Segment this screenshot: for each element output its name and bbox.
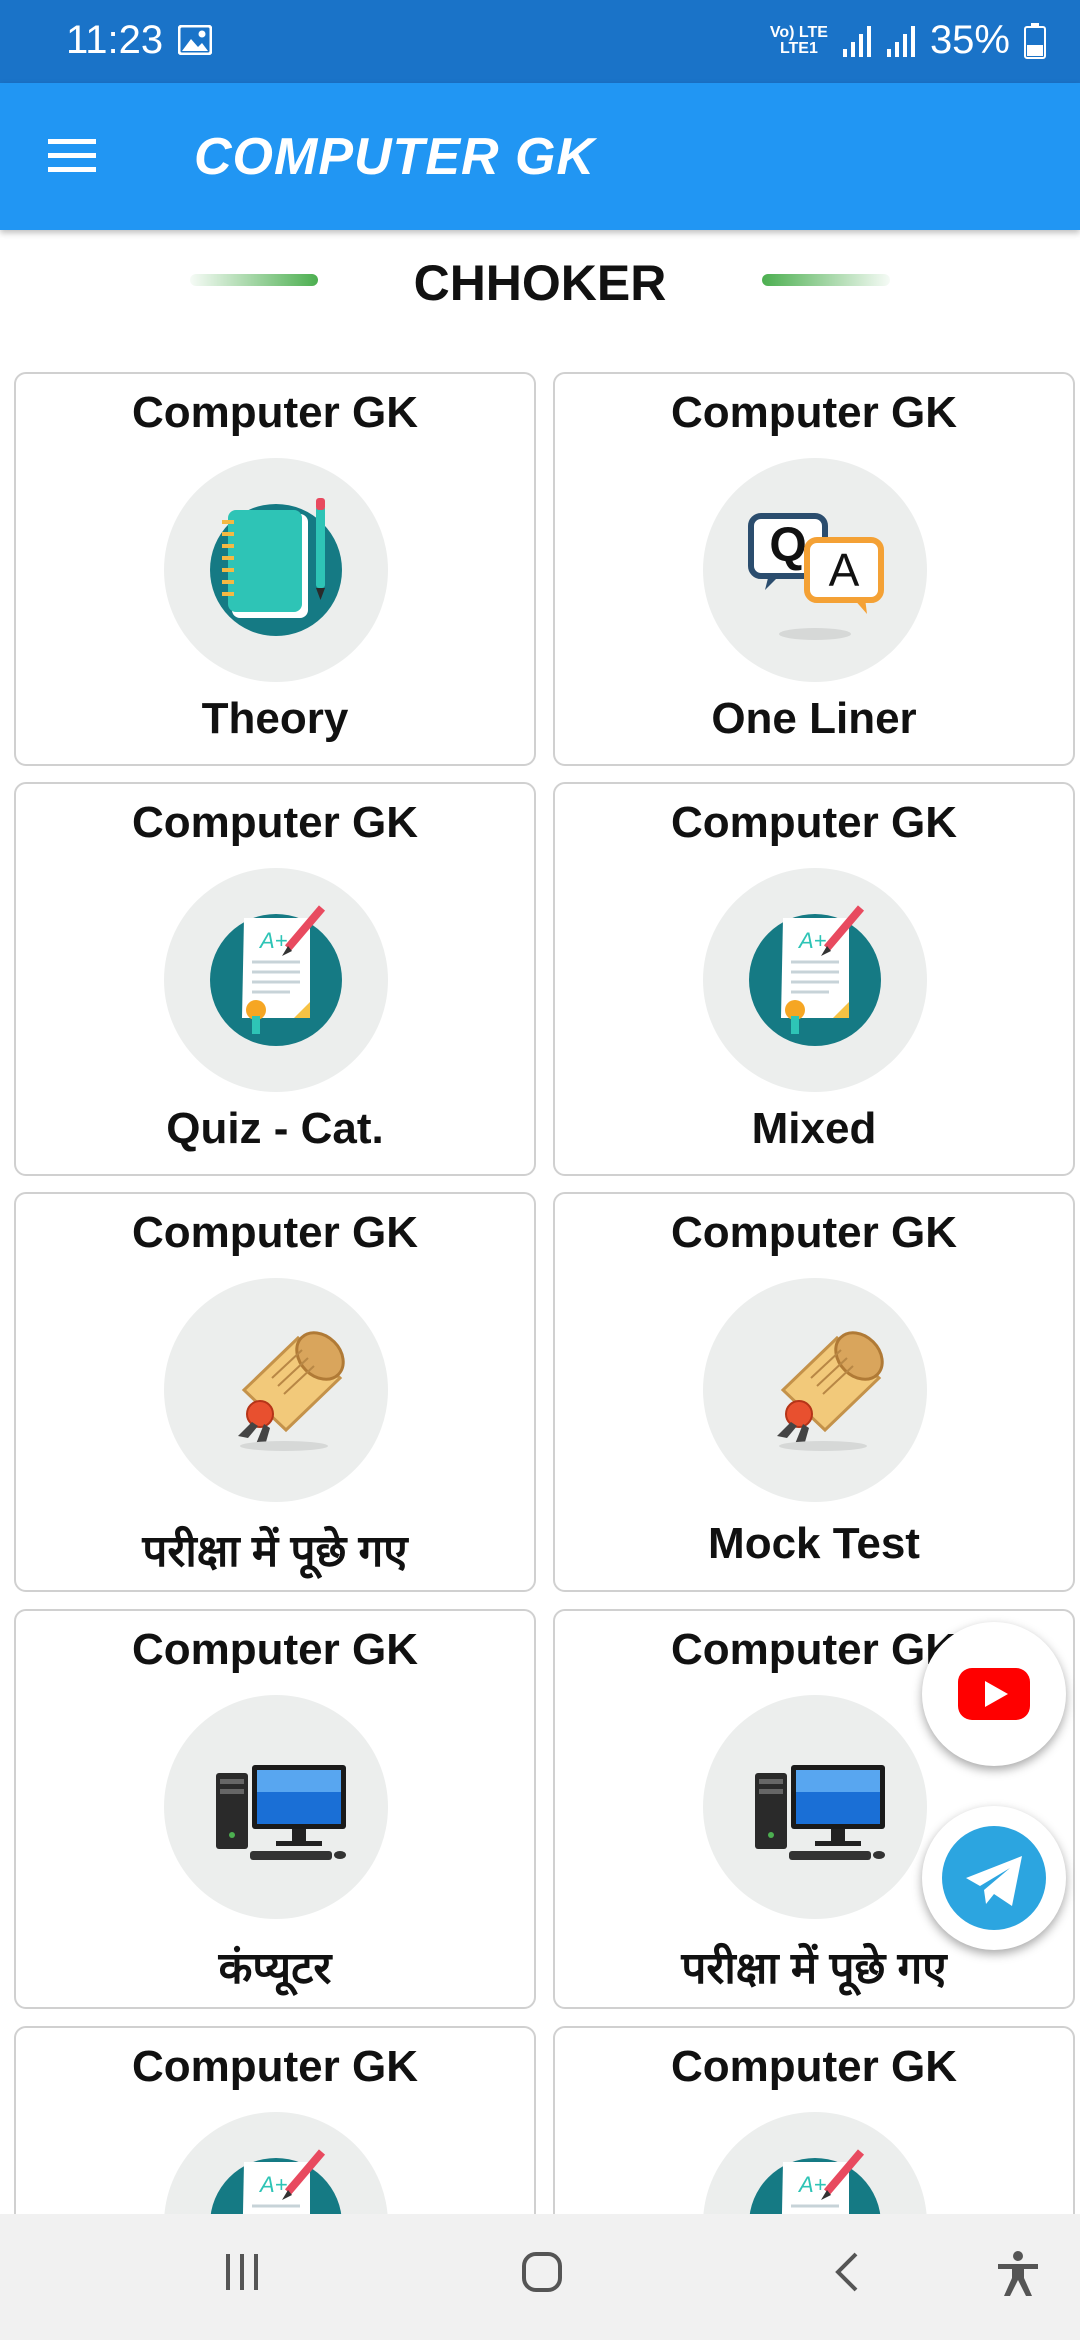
- section-header: CHHOKER: [0, 240, 1080, 330]
- card-label: परीक्षा में पूछे गए: [142, 1527, 408, 1576]
- card-icon-circle: [164, 1278, 388, 1502]
- card-label: Mixed: [751, 1104, 877, 1153]
- battery-percent: 35%: [929, 18, 1010, 62]
- card-title: Computer GK: [132, 388, 418, 437]
- network-indicator: Vo) LTE LTE1: [769, 23, 828, 57]
- telegram-icon: [942, 1826, 1046, 1930]
- network-line-1: Vo) LTE: [769, 23, 828, 41]
- exam-paper-icon: [164, 868, 388, 1092]
- card-title: Computer GK: [132, 1625, 418, 1674]
- card-icon-circle: [703, 1278, 927, 1502]
- header-title: CHHOKER: [413, 255, 667, 311]
- certificate-scroll-icon: [236, 1321, 355, 1453]
- card-title: Computer GK: [671, 1208, 957, 1257]
- system-nav-bar: [0, 2214, 1080, 2340]
- network-line-2: LTE1: [779, 39, 818, 57]
- qa-chat-icon: [703, 458, 927, 682]
- card-label: Quiz - Cat.: [166, 1104, 384, 1153]
- telegram-button[interactable]: [922, 1806, 1066, 1950]
- card-title: Computer GK: [671, 2042, 957, 2091]
- signal-icon: [886, 25, 915, 57]
- card-label: Mock Test: [708, 1519, 920, 1568]
- gallery-icon: [178, 25, 212, 55]
- back-icon[interactable]: [826, 2250, 870, 2294]
- certificate-scroll-icon: [775, 1321, 894, 1453]
- hamburger-menu-icon[interactable]: [44, 133, 100, 179]
- card-label: One Liner: [711, 694, 917, 743]
- status-indicators: Vo) LTE LTE1 35%: [770, 18, 1046, 63]
- card-title: Computer GK: [132, 798, 418, 847]
- accessibility-icon[interactable]: [994, 2250, 1042, 2298]
- card-title: Computer GK: [132, 2042, 418, 2091]
- youtube-icon: [958, 1668, 1030, 1720]
- card-label: Theory: [201, 694, 349, 743]
- notebook-icon: [210, 498, 342, 636]
- card-icon-circle: [703, 868, 927, 1092]
- card-icon-circle: [703, 1695, 927, 1919]
- category-card[interactable]: Computer GK परीक्षा में पूछे गए: [14, 1192, 536, 1592]
- category-card[interactable]: Computer GK Mixed: [553, 782, 1075, 1176]
- category-card[interactable]: Computer GK Quiz - Cat.: [14, 782, 536, 1176]
- home-icon[interactable]: [520, 2250, 564, 2294]
- card-title: Computer GK: [671, 388, 957, 437]
- card-icon-circle: [164, 868, 388, 1092]
- card-title: Computer GK: [132, 1208, 418, 1257]
- category-card[interactable]: Computer GK Theory: [14, 372, 536, 766]
- desktop-computer-icon: [755, 1765, 885, 1860]
- app-bar: COMPUTER GK: [0, 83, 1080, 230]
- signal-icon: [842, 25, 871, 57]
- category-card[interactable]: Computer GK One Liner: [553, 372, 1075, 766]
- card-label: कंप्यूटर: [218, 1944, 332, 1993]
- recent-apps-icon[interactable]: [220, 2250, 264, 2294]
- card-icon-circle: [164, 458, 388, 682]
- battery-icon: [1024, 22, 1046, 59]
- card-icon-circle: [164, 1695, 388, 1919]
- youtube-button[interactable]: [922, 1622, 1066, 1766]
- category-card[interactable]: Computer GK Mock Test: [553, 1192, 1075, 1592]
- desktop-computer-icon: [216, 1765, 346, 1860]
- status-bar: 11:23 Vo) LTE LTE1 35%: [0, 0, 1080, 83]
- status-time: 11:23: [66, 18, 164, 62]
- category-card[interactable]: Computer GK कंप्यूटर: [14, 1609, 536, 2009]
- card-title: Computer GK: [671, 798, 957, 847]
- app-title: COMPUTER GK: [194, 128, 595, 186]
- card-icon-circle: [703, 458, 927, 682]
- header-divider-right: [762, 274, 890, 286]
- exam-paper-icon: [703, 868, 927, 1092]
